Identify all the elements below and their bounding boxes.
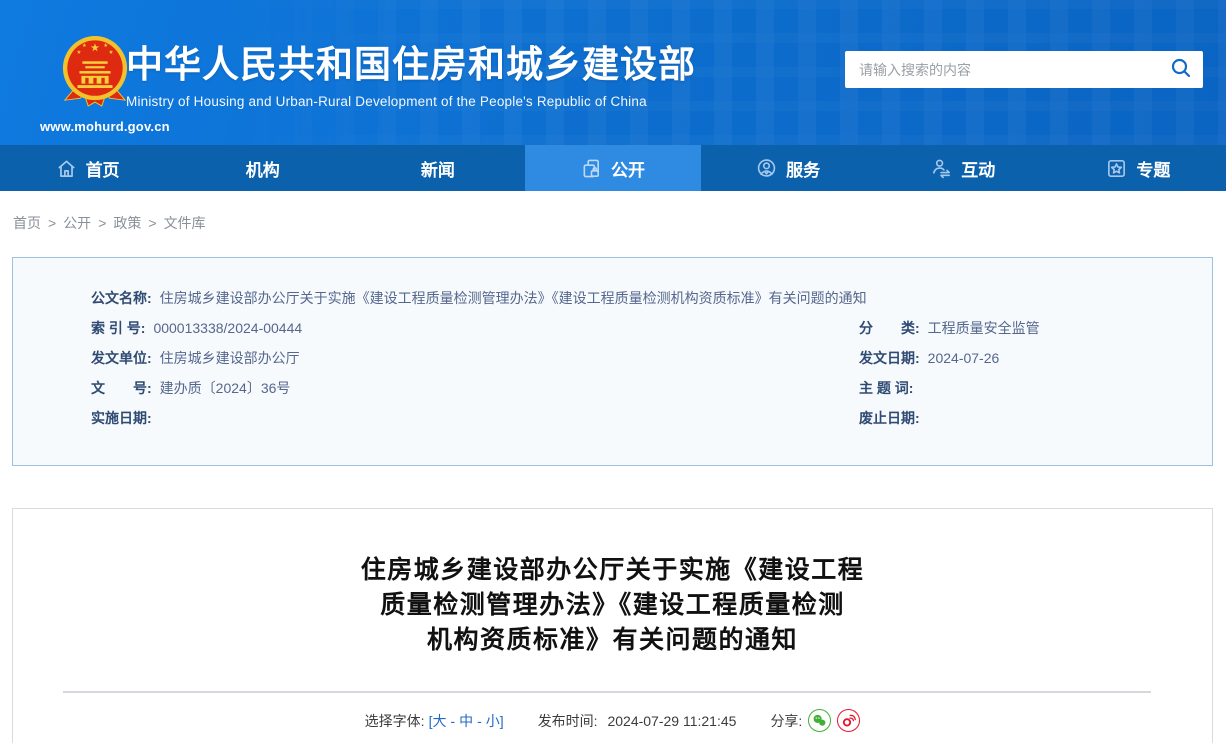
search-input[interactable] — [845, 51, 1159, 88]
meta-row-doc-number: 文 号: 建办质〔2024〕36号 — [91, 373, 859, 403]
nav-item-open[interactable]: 公开 — [525, 145, 701, 191]
breadcrumb-separator: > — [98, 215, 107, 231]
nav-item-label: 服务 — [786, 160, 821, 180]
article-title-line: 住房城乡建设部办公厅关于实施《建设工程 — [360, 556, 865, 584]
meta-row-issue-date: 发文日期: 2024-07-26 — [859, 343, 1172, 373]
nav-item-interaction[interactable]: 互动 — [876, 145, 1051, 191]
meta-label: 发文单位: — [91, 350, 152, 366]
meta-row-subject-words: 主 题 词: — [859, 373, 1172, 403]
meta-label: 索 引 号: — [91, 320, 146, 336]
breadcrumb-home[interactable]: 首页 — [13, 215, 41, 231]
meta-row-doc-name: 公文名称: 住房城乡建设部办公厅关于实施《建设工程质量检测管理办法》《建设工程质… — [91, 283, 1172, 313]
meta-value: 建办质〔2024〕36号 — [159, 380, 291, 396]
meta-value: 000013338/2024-00444 — [153, 320, 303, 336]
meta-row-repeal-date: 废止日期: — [859, 403, 1172, 433]
meta-label: 发文日期: — [859, 350, 920, 366]
meta-value: 住房城乡建设部办公厅 — [159, 350, 300, 366]
breadcrumb-separator: > — [148, 215, 157, 231]
publish-time-block: 发布时间: 2024-07-29 11:21:45 — [538, 711, 737, 731]
bracket-right: ] — [499, 712, 504, 729]
font-size-separator: - — [450, 712, 456, 729]
article-divider — [63, 691, 1151, 693]
meta-value: 住房城乡建设部办公厅关于实施《建设工程质量检测管理办法》《建设工程质量检测机构资… — [159, 290, 867, 306]
meta-label: 文 号: — [91, 380, 152, 396]
font-size-large[interactable]: 大 — [432, 713, 446, 729]
font-size-small[interactable]: 小 — [486, 713, 500, 729]
open-docs-icon — [581, 158, 602, 179]
breadcrumb-separator: > — [48, 215, 57, 231]
home-icon — [56, 158, 77, 179]
article-title: 住房城乡建设部办公厅关于实施《建设工程 质量检测管理办法》《建设工程质量检测 机… — [13, 553, 1212, 658]
font-size-selector: [大 - 中 - 小] — [429, 711, 504, 731]
search-button[interactable] — [1159, 51, 1203, 88]
nav-item-topics[interactable]: 专题 — [1051, 145, 1226, 191]
article-card: 住房城乡建设部办公厅关于实施《建设工程 质量检测管理办法》《建设工程质量检测 机… — [12, 508, 1213, 743]
national-emblem-icon — [61, 36, 129, 114]
breadcrumb: 首页 > 公开 > 政策 > 文件库 — [0, 191, 1226, 233]
site-header: www.mohurd.gov.cn 中华人民共和国住房和城乡建设部 Minist… — [0, 0, 1226, 145]
interaction-person-icon — [931, 158, 952, 179]
meta-value: 2024-07-26 — [927, 350, 1000, 366]
site-title-en: Ministry of Housing and Urban-Rural Deve… — [126, 94, 647, 109]
wechat-icon[interactable] — [808, 709, 832, 732]
share-label: 分享: — [770, 712, 803, 729]
topic-star-icon — [1106, 158, 1127, 179]
site-title-cn: 中华人民共和国住房和城乡建设部 — [126, 44, 696, 85]
service-person-icon — [756, 158, 777, 179]
nav-item-services[interactable]: 服务 — [701, 145, 876, 191]
meta-label: 废止日期: — [859, 410, 920, 426]
site-url: www.mohurd.gov.cn — [40, 119, 170, 134]
nav-item-org[interactable]: 机构 — [175, 145, 350, 191]
nav-item-label: 首页 — [85, 160, 120, 180]
breadcrumb-library[interactable]: 文件库 — [164, 215, 206, 231]
meta-row-category: 分 类: 工程质量安全监管 — [859, 313, 1172, 343]
nav-item-label: 机构 — [245, 160, 280, 180]
weibo-icon[interactable] — [837, 709, 861, 732]
publish-time-value: 2024-07-29 11:21:45 — [607, 712, 737, 729]
article-title-line: 质量检测管理办法》《建设工程质量检测 — [380, 591, 845, 619]
font-size-medium[interactable]: 中 — [459, 713, 473, 729]
search-box — [845, 51, 1203, 88]
breadcrumb-open[interactable]: 公开 — [63, 215, 91, 231]
breadcrumb-policy[interactable]: 政策 — [113, 215, 141, 231]
meta-row-index-no: 索 引 号: 000013338/2024-00444 — [91, 313, 859, 343]
meta-label: 主 题 词: — [859, 380, 914, 396]
nav-item-label: 专题 — [1136, 160, 1171, 180]
meta-value: 工程质量安全监管 — [927, 320, 1040, 336]
search-icon — [1170, 57, 1192, 82]
font-size-separator: - — [477, 712, 482, 729]
main-nav: 首页 机构 新闻 公开 服务 互动 专题 — [0, 145, 1226, 191]
meta-label: 公文名称: — [91, 290, 152, 306]
meta-label: 分 类: — [859, 320, 920, 336]
document-meta-box: 公文名称: 住房城乡建设部办公厅关于实施《建设工程质量检测管理办法》《建设工程质… — [12, 257, 1213, 466]
font-selector-label: 选择字体: — [364, 712, 425, 729]
site-title-block: 中华人民共和国住房和城乡建设部 Ministry of Housing and … — [126, 44, 696, 109]
publish-time-label: 发布时间: — [537, 712, 598, 729]
nav-item-label: 新闻 — [420, 160, 455, 180]
meta-row-issuing-unit: 发文单位: 住房城乡建设部办公厅 — [91, 343, 859, 373]
nav-item-news[interactable]: 新闻 — [350, 145, 525, 191]
article-title-line: 机构资质标准》有关问题的通知 — [426, 626, 798, 654]
nav-item-label: 公开 — [610, 160, 645, 180]
nav-item-label: 互动 — [961, 160, 996, 180]
meta-row-effective-date: 实施日期: — [91, 403, 859, 433]
meta-label: 实施日期: — [91, 410, 152, 426]
share-block: 分享: — [770, 709, 861, 732]
nav-item-home[interactable]: 首页 — [0, 145, 175, 191]
article-info-bar: 选择字体: [大 - 中 - 小] 发布时间: 2024-07-29 11:21:45 … — [13, 709, 1212, 732]
